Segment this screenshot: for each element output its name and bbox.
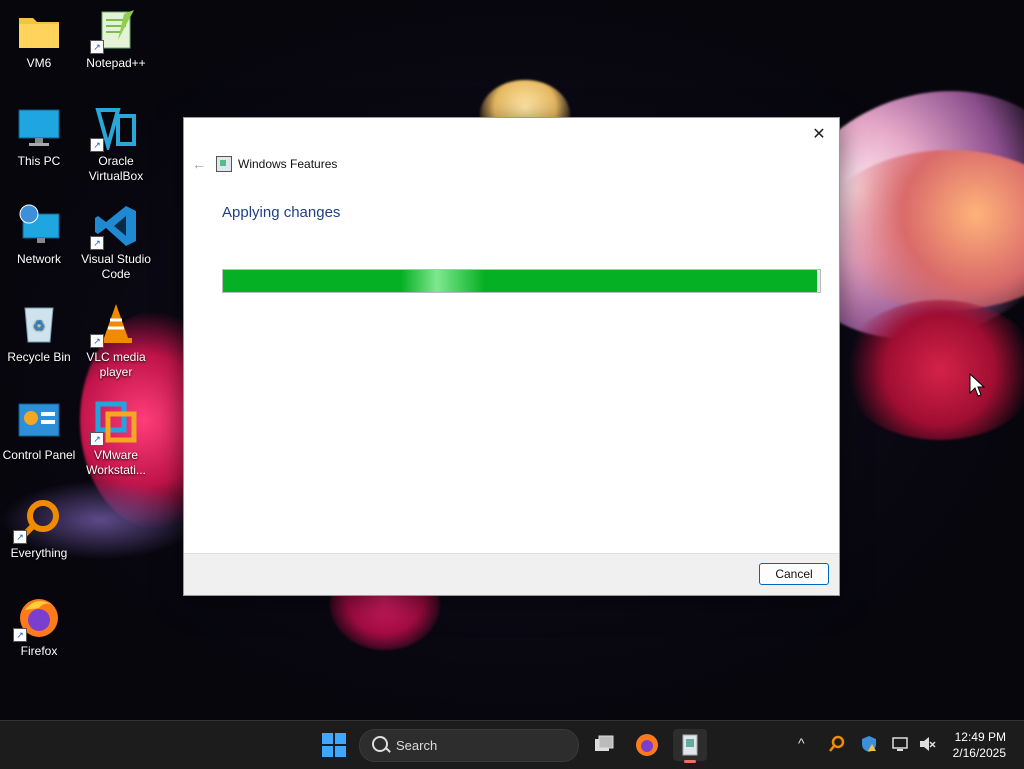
virtualbox-icon: ↗ [90, 106, 138, 154]
everything-tray-icon[interactable] [828, 735, 846, 753]
task-view-button[interactable] [587, 729, 621, 761]
windows-logo-tile [335, 733, 346, 744]
clock-time: 12:49 PM [954, 730, 1006, 744]
cancel-button[interactable]: Cancel [759, 563, 829, 585]
desktop-icon-control-panel[interactable]: Control Panel [1, 400, 77, 463]
desktop-icon-network[interactable]: Network [1, 204, 77, 267]
shortcut-arrow-icon: ↗ [90, 334, 104, 348]
desktop-icon-vmware[interactable]: ↗ VMware Workstati... [78, 400, 154, 478]
windows-features-dialog: ✕ ← Windows Features Applying changes Ca… [183, 117, 840, 596]
firefox-icon [636, 734, 658, 756]
desktop-icon-label: Firefox [20, 644, 58, 658]
desktop-icon-everything[interactable]: ↗ Everything [1, 498, 77, 561]
start-button[interactable] [322, 733, 346, 757]
desktop-icon-this-pc[interactable]: This PC [1, 106, 77, 169]
desktop-icon-vlc[interactable]: ↗ VLC media player [78, 302, 154, 380]
desktop-icon-label: VMware Workstati... [86, 448, 146, 477]
shortcut-arrow-icon: ↗ [90, 432, 104, 446]
vmware-icon: ↗ [90, 400, 138, 446]
search-icon [372, 736, 388, 752]
search-placeholder: Search [396, 738, 438, 753]
desktop-icon-label: Everything [10, 546, 68, 560]
desktop-icon-virtualbox[interactable]: ↗ Oracle VirtualBox [78, 106, 154, 184]
tray-overflow-chevron-icon[interactable]: ^ [798, 735, 805, 751]
desktop-icon-firefox[interactable]: ↗ Firefox [1, 596, 77, 659]
windows-features-icon [682, 734, 698, 756]
dialog-footer: Cancel [184, 553, 839, 595]
windows-logo-tile [322, 746, 333, 757]
shortcut-arrow-icon: ↗ [90, 40, 104, 54]
desktop-icon-label: VLC media player [86, 350, 146, 379]
desktop-icon-label: Control Panel [2, 448, 76, 462]
task-view-icon [595, 735, 614, 751]
recycle-bin-icon: ♻ [17, 302, 61, 346]
desktop-icon-label: Recycle Bin [7, 350, 71, 364]
back-arrow-icon[interactable]: ← [192, 156, 206, 172]
windows-features-icon [216, 156, 232, 172]
control-panel-icon [17, 400, 61, 444]
clock-date: 2/16/2025 [952, 746, 1006, 760]
desktop-icon-vm6[interactable]: VM6 [1, 8, 77, 71]
shortcut-arrow-icon: ↗ [13, 628, 27, 642]
desktop-icon-notepadpp[interactable]: ↗ Notepad++ [78, 8, 154, 71]
firefox-icon: ↗ [13, 596, 61, 642]
wallpaper-shape [840, 300, 1024, 440]
desktop-icon-recycle-bin[interactable]: ♻ Recycle Bin [1, 302, 77, 365]
monitor-icon [17, 106, 61, 150]
progress-bar-fill [223, 270, 817, 292]
desktop-icon-label: Oracle VirtualBox [88, 154, 144, 183]
folder-icon [17, 8, 61, 52]
taskbar: Search ^ 12:49 PM 2/16/2025 [0, 720, 1024, 769]
close-button[interactable]: ✕ [805, 122, 833, 148]
everything-search-icon: ↗ [13, 498, 61, 544]
taskbar-search-box[interactable]: Search [359, 729, 579, 762]
desktop-icon-label: This PC [17, 154, 61, 168]
notepadpp-icon: ↗ [90, 8, 138, 54]
svg-text:♻: ♻ [33, 318, 46, 334]
dialog-title: Windows Features [238, 157, 338, 171]
vlc-cone-icon: ↗ [90, 302, 138, 348]
vscode-icon: ↗ [90, 204, 138, 250]
shortcut-arrow-icon: ↗ [90, 138, 104, 152]
clock[interactable]: 12:49 PM 2/16/2025 [953, 729, 1006, 761]
progress-bar [222, 269, 821, 293]
desktop-icon-vscode[interactable]: ↗ Visual Studio Code [78, 204, 154, 282]
desktop-icon-label: VM6 [26, 56, 52, 70]
mouse-cursor-icon [969, 373, 985, 397]
network-status-icon[interactable] [892, 735, 910, 753]
dialog-nav: ← Windows Features [192, 154, 337, 174]
active-indicator [684, 760, 696, 763]
windows-logo-icon [322, 733, 333, 744]
volume-muted-icon[interactable] [918, 735, 936, 753]
desktop-icon-label: Notepad++ [86, 56, 146, 70]
taskbar-firefox[interactable] [630, 729, 664, 761]
desktop-icon-label: Visual Studio Code [81, 252, 151, 281]
network-icon [17, 204, 61, 248]
shortcut-arrow-icon: ↗ [90, 236, 104, 250]
windows-logo-tile [335, 746, 346, 757]
shortcut-arrow-icon: ↗ [13, 530, 27, 544]
security-warning-icon[interactable] [860, 735, 878, 753]
taskbar-windows-features[interactable] [673, 729, 707, 763]
desktop-icon-label: Network [16, 252, 61, 266]
status-heading: Applying changes [222, 204, 341, 221]
